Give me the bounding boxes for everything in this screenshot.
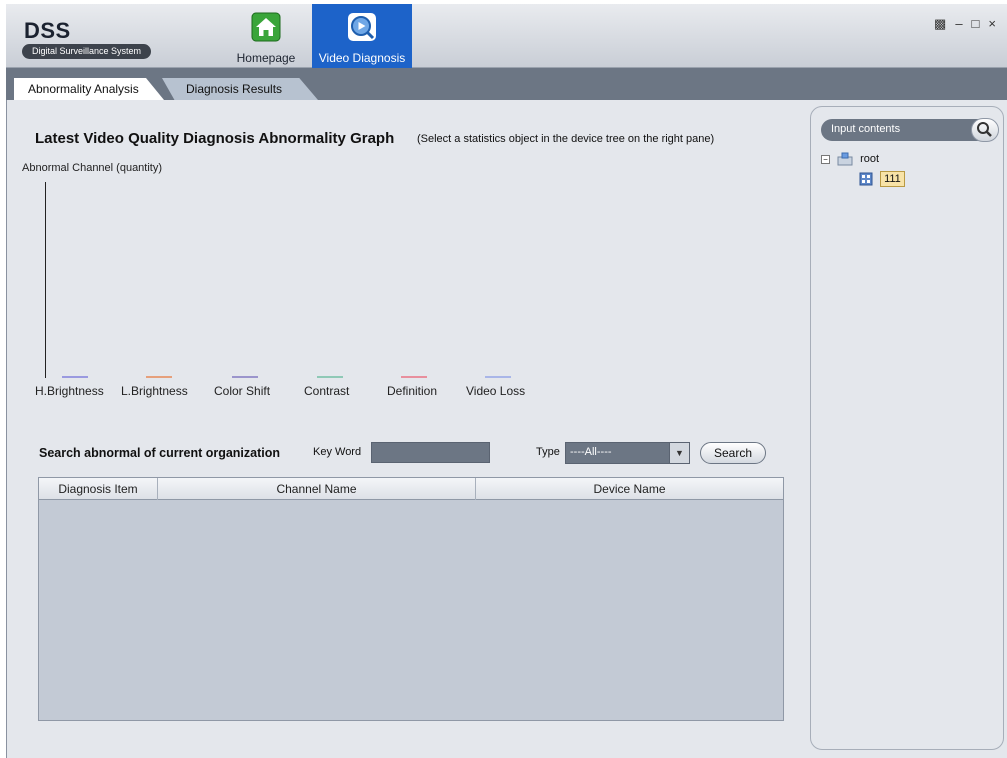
tree-search-button[interactable]: [971, 118, 999, 142]
video-diagnosis-icon: [348, 13, 376, 41]
chart-category-label: Video Loss: [466, 384, 526, 398]
app-logo-subtitle: Digital Surveillance System: [22, 44, 152, 59]
header-bar: DSS Digital Surveillance System Homepage…: [6, 4, 1007, 68]
chevron-down-icon[interactable]: ▼: [669, 443, 689, 463]
results-table: Diagnosis Item Channel Name Device Name: [38, 477, 784, 721]
graph-title: Latest Video Quality Diagnosis Abnormali…: [35, 130, 395, 147]
chart-bar-definition: [401, 376, 427, 378]
chart-bar-contrast: [317, 376, 343, 378]
search-icon: [977, 122, 992, 137]
chart-category-label: L.Brightness: [121, 384, 188, 398]
tree-node-device[interactable]: 111: [859, 171, 905, 189]
table-header: Diagnosis Item Channel Name Device Name: [39, 478, 783, 500]
lock-icon[interactable]: ▩: [934, 16, 955, 31]
maximize-icon[interactable]: □: [972, 16, 989, 31]
keyword-label: Key Word: [313, 446, 362, 458]
chart-bar-video-loss: [485, 376, 511, 378]
graph-hint: (Select a statistics object in the devic…: [417, 133, 715, 145]
tree-search-input[interactable]: Input contents: [831, 123, 900, 135]
tab-diagnosis-results[interactable]: Diagnosis Results: [162, 78, 318, 100]
chart-category-label: H.Brightness: [35, 384, 104, 398]
home-icon: [251, 12, 281, 42]
nav-homepage-button[interactable]: Homepage: [223, 4, 309, 68]
chart-bar-h-brightness: [62, 376, 88, 378]
table-body: [39, 501, 783, 720]
search-section-title: Search abnormal of current organization: [39, 446, 281, 460]
main-panel: Latest Video Quality Diagnosis Abnormali…: [6, 100, 1007, 758]
column-header-channel-name[interactable]: Channel Name: [158, 478, 476, 500]
column-header-diagnosis-item[interactable]: Diagnosis Item: [39, 478, 158, 500]
window-controls: ▩–□×: [934, 16, 1005, 32]
type-select-value: ----All----: [570, 446, 612, 458]
keyword-input[interactable]: [371, 442, 490, 463]
tree-search-field[interactable]: Input contents: [821, 118, 999, 142]
search-button[interactable]: Search: [700, 442, 766, 464]
type-label: Type: [536, 446, 560, 458]
column-header-device-name[interactable]: Device Name: [476, 478, 783, 500]
chart-category-label: Contrast: [304, 384, 350, 398]
chart-y-axis-label: Abnormal Channel (quantity): [22, 162, 163, 174]
organization-icon: [837, 152, 853, 166]
tree-device-label: 111: [880, 171, 905, 187]
chart-y-axis: [45, 182, 46, 378]
nav-homepage-label: Homepage: [236, 51, 296, 65]
minimize-icon[interactable]: –: [955, 16, 971, 31]
tab-abnormality-analysis[interactable]: Abnormality Analysis: [14, 78, 164, 100]
tree-collapse-icon[interactable]: −: [821, 154, 830, 164]
tree-root-label: root: [860, 152, 880, 165]
tree-node-root[interactable]: − root: [821, 152, 879, 168]
app-logo-title: DSS: [24, 18, 71, 43]
tab-strip: Abnormality Analysis Diagnosis Results: [6, 68, 1007, 100]
close-icon[interactable]: ×: [988, 16, 1005, 31]
device-tree-pane: Input contents − root 111: [810, 106, 1004, 750]
nav-video-diagnosis-button[interactable]: Video Diagnosis: [312, 4, 412, 68]
chart-bar-color-shift: [232, 376, 258, 378]
nav-video-diagnosis-label: Video Diagnosis: [318, 51, 406, 65]
device-icon: [859, 172, 873, 186]
type-select[interactable]: ----All---- ▼: [565, 442, 690, 464]
app-window: DSS Digital Surveillance System Homepage…: [0, 0, 1007, 758]
chart-bar-l-brightness: [146, 376, 172, 378]
chart-category-label: Color Shift: [214, 384, 271, 398]
chart-category-label: Definition: [387, 384, 438, 398]
